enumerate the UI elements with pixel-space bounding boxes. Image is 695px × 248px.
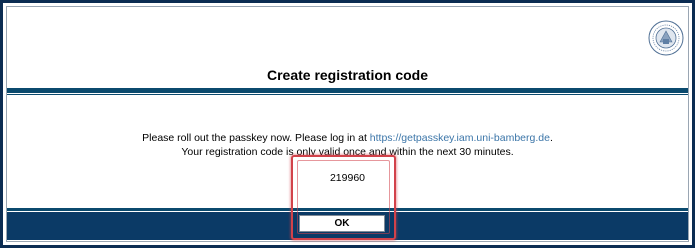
title-divider <box>7 88 688 93</box>
ok-button[interactable]: OK <box>299 215 385 232</box>
passkey-portal-link[interactable]: https://getpasskey.iam.uni-bamberg.de <box>370 132 550 144</box>
footer-divider <box>7 208 688 211</box>
university-seal-icon <box>648 20 684 56</box>
title-divider-thin <box>7 94 688 95</box>
instruction-line-1: Please roll out the passkey now. Please … <box>0 131 695 145</box>
instruction-period: . <box>549 132 553 144</box>
instruction-line-2: Your registration code is only valid onc… <box>181 146 514 158</box>
page-title: Create registration code <box>266 67 429 83</box>
dialog-content <box>6 6 689 242</box>
registration-code: 219960 <box>329 172 366 184</box>
instruction-message: Please roll out the passkey now. Please … <box>0 131 695 159</box>
instruction-text: Please roll out the passkey now. Please … <box>142 132 370 144</box>
